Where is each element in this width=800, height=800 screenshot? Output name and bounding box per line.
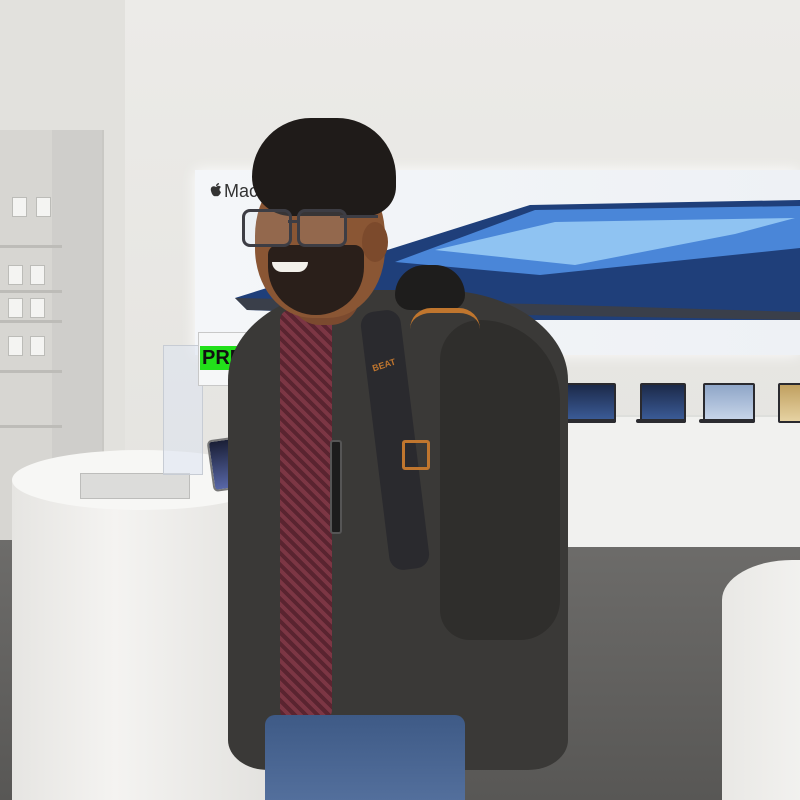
person-smile: [272, 262, 308, 272]
product-box: [30, 336, 45, 356]
person-shirt: [280, 310, 332, 720]
product-tray: [80, 473, 190, 499]
product-box: [8, 336, 23, 356]
apple-logo-icon: [210, 183, 221, 197]
back-display-counter: [550, 415, 800, 547]
display-laptop-base: [699, 419, 755, 423]
product-box: [30, 265, 45, 285]
display-laptop: [778, 383, 800, 423]
shelf: [0, 370, 62, 373]
display-laptop: [640, 383, 686, 423]
glass-display-panel: [163, 345, 203, 475]
product-box: [36, 197, 51, 217]
shelf: [0, 245, 62, 248]
product-box: [8, 298, 23, 318]
shelf: [0, 320, 62, 323]
glasses-arm: [340, 215, 378, 218]
jacket-collar: [395, 265, 465, 310]
jacket-chest-zipper: [330, 440, 342, 534]
display-laptop-base: [562, 419, 616, 423]
shelf: [0, 290, 62, 293]
person-jeans: [265, 715, 465, 800]
backpack-strap-trim: [410, 308, 480, 329]
display-laptop-base: [636, 419, 686, 423]
round-display-table-right: [722, 560, 800, 800]
jacket-shadow: [440, 320, 560, 640]
product-box: [30, 298, 45, 318]
person-ear: [362, 222, 388, 262]
product-box: [12, 197, 27, 217]
photo-scene: Mac PRES BEAT: [0, 0, 800, 800]
display-laptop: [703, 383, 755, 423]
person-hair: [252, 118, 396, 216]
shelf: [0, 425, 62, 428]
glasses-lens-left: [242, 209, 292, 247]
product-box: [8, 265, 23, 285]
glasses-bridge: [288, 220, 298, 223]
display-laptop: [566, 383, 616, 423]
backpack-buckle: [402, 440, 430, 470]
